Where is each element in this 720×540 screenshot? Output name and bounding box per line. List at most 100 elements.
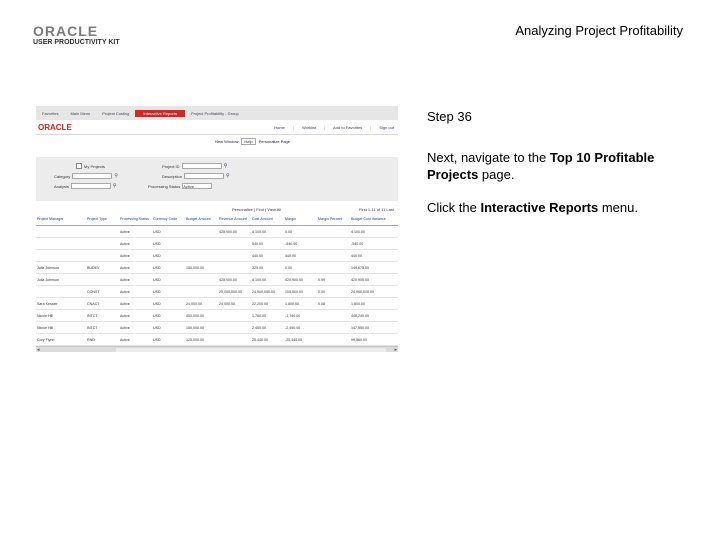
table-cell: Sara Kessler [36,297,86,310]
table-cell: Active [119,249,152,262]
filter-panel: My Projects Category ⚲ Analysis ⚲ Projec… [36,157,398,201]
table-cell: USD [152,273,185,286]
table-cell: 2,450.00 [251,321,284,334]
category-input[interactable] [72,173,113,179]
app-logo: ORACLE [38,122,72,132]
table-cell: 0.00 [284,225,317,238]
grid-navigation[interactable]: First 1-11 of 11 Last [359,207,394,212]
table-row: Active USD 440.00 440.00 440.00 [36,249,398,262]
table-cell: 24,000.00 [218,297,251,310]
col-cost-amount[interactable]: Cost Amount [251,213,284,226]
table-cell: BUDEV [86,261,119,274]
project-label: Project ID [162,163,180,169]
table-cell: -1,760.00 [284,309,317,322]
table-cell: INTCT [86,321,119,334]
horizontal-scrollbar[interactable]: ◂ ▸ [36,346,398,352]
scrollbar-thumb[interactable] [116,348,386,352]
table-cell: 99,560.00 [350,333,398,346]
table-cell: Active [119,297,152,310]
table-row: Julia Johnson BUDEV Active USD 150,000.00 325… [36,261,398,274]
analysis-input[interactable] [70,183,111,189]
col-budget-cost-variance[interactable]: Budget Cost Variance [350,213,398,226]
col-processing-status[interactable]: Processing Status [119,213,152,226]
col-budget-amount[interactable]: Budget Amount [185,213,218,226]
table-cell: Julia Johnson [36,273,86,286]
table-row: Nicole Hill INTCT Active USD 150,000.00 2,450… [36,321,398,334]
table-cell [218,261,251,274]
description-input[interactable] [184,173,225,179]
table-cell: 149,675.00 [350,261,398,274]
col-project-type[interactable]: Project Type [86,213,119,226]
table-cell: 100,000.00 [284,285,317,298]
table-row: Cory Flynn RND Active USD 125,000.00 25,440.0… [36,333,398,346]
grid-toolbar-links[interactable]: Personalize | Find | View All [232,207,281,212]
table-cell [218,333,251,346]
table-cell: 450,000.00 [185,309,218,322]
table-cell: RND [86,333,119,346]
col-margin-percent[interactable]: Margin Percent [317,213,350,226]
category-lookup-icon[interactable]: ⚲ [114,173,118,179]
table-cell [185,237,218,250]
scroll-left-icon[interactable]: ◂ [37,347,40,352]
table-cell: 425,000.00 [218,273,251,286]
table-row: Active USD 540.00 -540.00 -540.00 [36,237,398,250]
table-cell [317,309,350,322]
link-worklist[interactable]: Worklist [302,125,316,130]
project-input[interactable] [181,163,222,169]
link-sign-out[interactable]: Sign out [379,125,394,130]
processing-status-select[interactable]: Active [182,183,213,189]
table-cell [185,225,218,238]
project-lookup-icon[interactable]: ⚲ [224,163,228,169]
table-cell: -540.00 [284,237,317,250]
table-cell [218,309,251,322]
link-help[interactable]: Help [241,137,256,145]
oracle-upk-logo: ORACLE USER PRODUCTIVITY KIT [33,24,133,47]
link-add-favorites[interactable]: Add to Favorites [333,125,362,130]
table-cell [185,273,218,286]
table-cell [185,285,218,298]
link-new-window[interactable]: New Window [215,139,238,144]
separator-1: | [292,124,294,130]
brand-bar: ORACLE Home | Worklist | Add to Favorite… [36,120,398,135]
table-cell: Nicole Hill [36,309,86,322]
menu-bar: Favorites Main Menu Project Costing Inte… [36,106,398,120]
table-cell [86,273,119,286]
col-currency-code[interactable]: Currency Code [152,213,185,226]
top-links: Home | Worklist | Add to Favorites | Sig… [274,125,394,130]
link-home[interactable]: Home [274,125,285,130]
col-revenue-amount[interactable]: Revenue Amount [218,213,251,226]
description-lookup-icon[interactable]: ⚲ [226,173,230,179]
table-cell: 4,100.00 [251,273,284,286]
nav-interactive-reports[interactable]: Interactive Reports [135,109,185,117]
table-cell: 150,000.00 [185,321,218,334]
link-personalize-page[interactable]: Personalize Page [259,139,290,144]
table-cell: USD [152,321,185,334]
col-project-manager[interactable]: Project Manager [36,213,86,226]
nav-project-costing[interactable]: Project Costing [96,111,135,116]
analysis-lookup-icon[interactable]: ⚲ [113,183,117,189]
table-cell: USD [152,237,185,250]
table-cell: 325.00 [251,261,284,274]
table-cell [317,237,350,250]
table-cell: 540.00 [251,237,284,250]
table-cell: USD [152,261,185,274]
table-cell: 0.00 [284,261,317,274]
table-row: Sara Kessler CNACT Active USD 24,000.00 24,00… [36,297,398,310]
nav-favorites[interactable]: Favorites [36,111,64,116]
col-margin[interactable]: Margin [284,213,317,226]
processing-status-label: Processing Status [148,183,181,189]
nav-project-profitability[interactable]: Project Profitability - Group [185,111,245,116]
table-cell: 440.00 [350,249,398,262]
scroll-right-icon[interactable]: ▸ [394,347,397,352]
separator-2: | [324,124,326,130]
table-cell: 440.00 [251,249,284,262]
results-table: Project Manager Project Type Processing … [36,213,398,346]
table-cell [86,249,119,262]
table-cell: Active [119,237,152,250]
table-cell [86,225,119,238]
nav-main-menu[interactable]: Main Menu [64,111,96,116]
table-row: Julia Johnson Active USD 425,000.00 4,100.00… [36,273,398,286]
table-cell: USD [152,297,185,310]
step-number: Step 36 [427,109,472,124]
my-projects-checkbox[interactable] [76,163,82,169]
